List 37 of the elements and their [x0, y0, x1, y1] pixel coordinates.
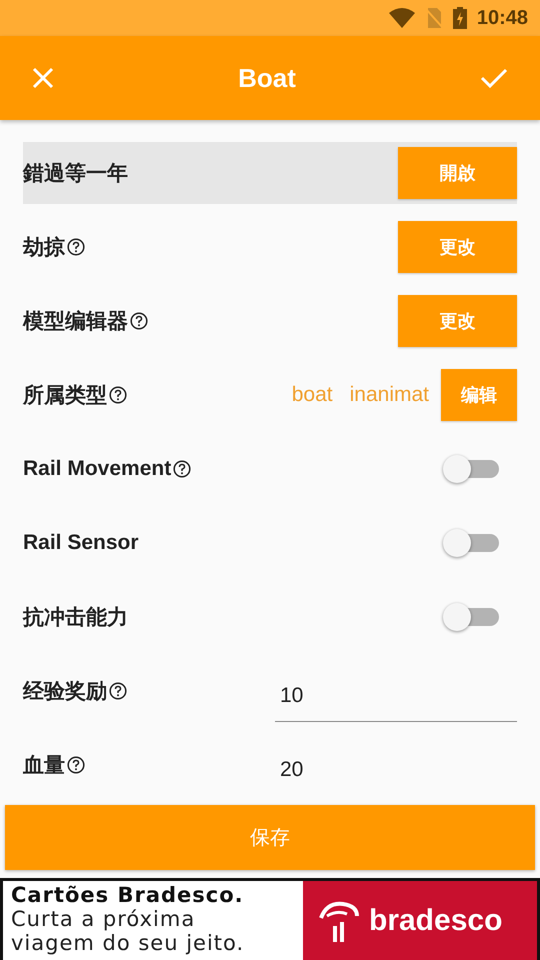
save-button[interactable]: 保存: [5, 805, 535, 870]
setting-label: 经验奖励: [23, 679, 107, 705]
setting-label: Rail Sensor: [23, 531, 139, 555]
help-icon[interactable]: [67, 238, 85, 256]
type-tag: boat: [292, 383, 333, 407]
toggle-switch[interactable]: [443, 455, 499, 483]
toggle-switch[interactable]: [443, 529, 499, 557]
action-button[interactable]: 開啟: [398, 147, 517, 199]
setting-label: 錯過等一年: [23, 161, 128, 187]
help-icon[interactable]: [67, 756, 85, 774]
brand-name: bradesco: [369, 904, 502, 938]
setting-label: 模型编辑器: [23, 309, 128, 335]
help-icon[interactable]: [173, 460, 192, 478]
edit-button[interactable]: 编辑: [441, 369, 517, 421]
wifi-icon: [388, 8, 415, 28]
help-icon[interactable]: [130, 312, 148, 330]
clock-time: 10:48: [476, 6, 528, 30]
check-icon[interactable]: [480, 67, 508, 89]
setting-label: 所属类型: [23, 383, 107, 409]
input-field[interactable]: 10: [275, 678, 517, 722]
action-button[interactable]: 更改: [398, 295, 517, 347]
setting-label: 血量: [23, 753, 65, 779]
screen-title: Boat: [238, 62, 296, 94]
type-tag: inanimat: [350, 383, 429, 407]
battery-charging-icon: [452, 7, 467, 29]
action-button[interactable]: 更改: [398, 221, 517, 273]
input-field[interactable]: 20: [275, 752, 517, 796]
help-icon[interactable]: [109, 682, 127, 700]
setting-label: 抗冲击能力: [23, 605, 128, 631]
toggle-switch[interactable]: [443, 603, 499, 631]
ad-text: Curta a próxima: [11, 907, 196, 931]
ad-headline: Cartões Bradesco.: [11, 883, 245, 907]
setting-label: 劫掠: [23, 235, 65, 261]
help-icon[interactable]: [109, 386, 127, 404]
ad-text: viagem do seu jeito.: [11, 931, 246, 955]
setting-label: Rail Movement: [23, 457, 172, 481]
ad-banner[interactable]: Cartões Bradesco. Curta a próxima viagem do seu jeito. bradesco: [0, 878, 540, 960]
